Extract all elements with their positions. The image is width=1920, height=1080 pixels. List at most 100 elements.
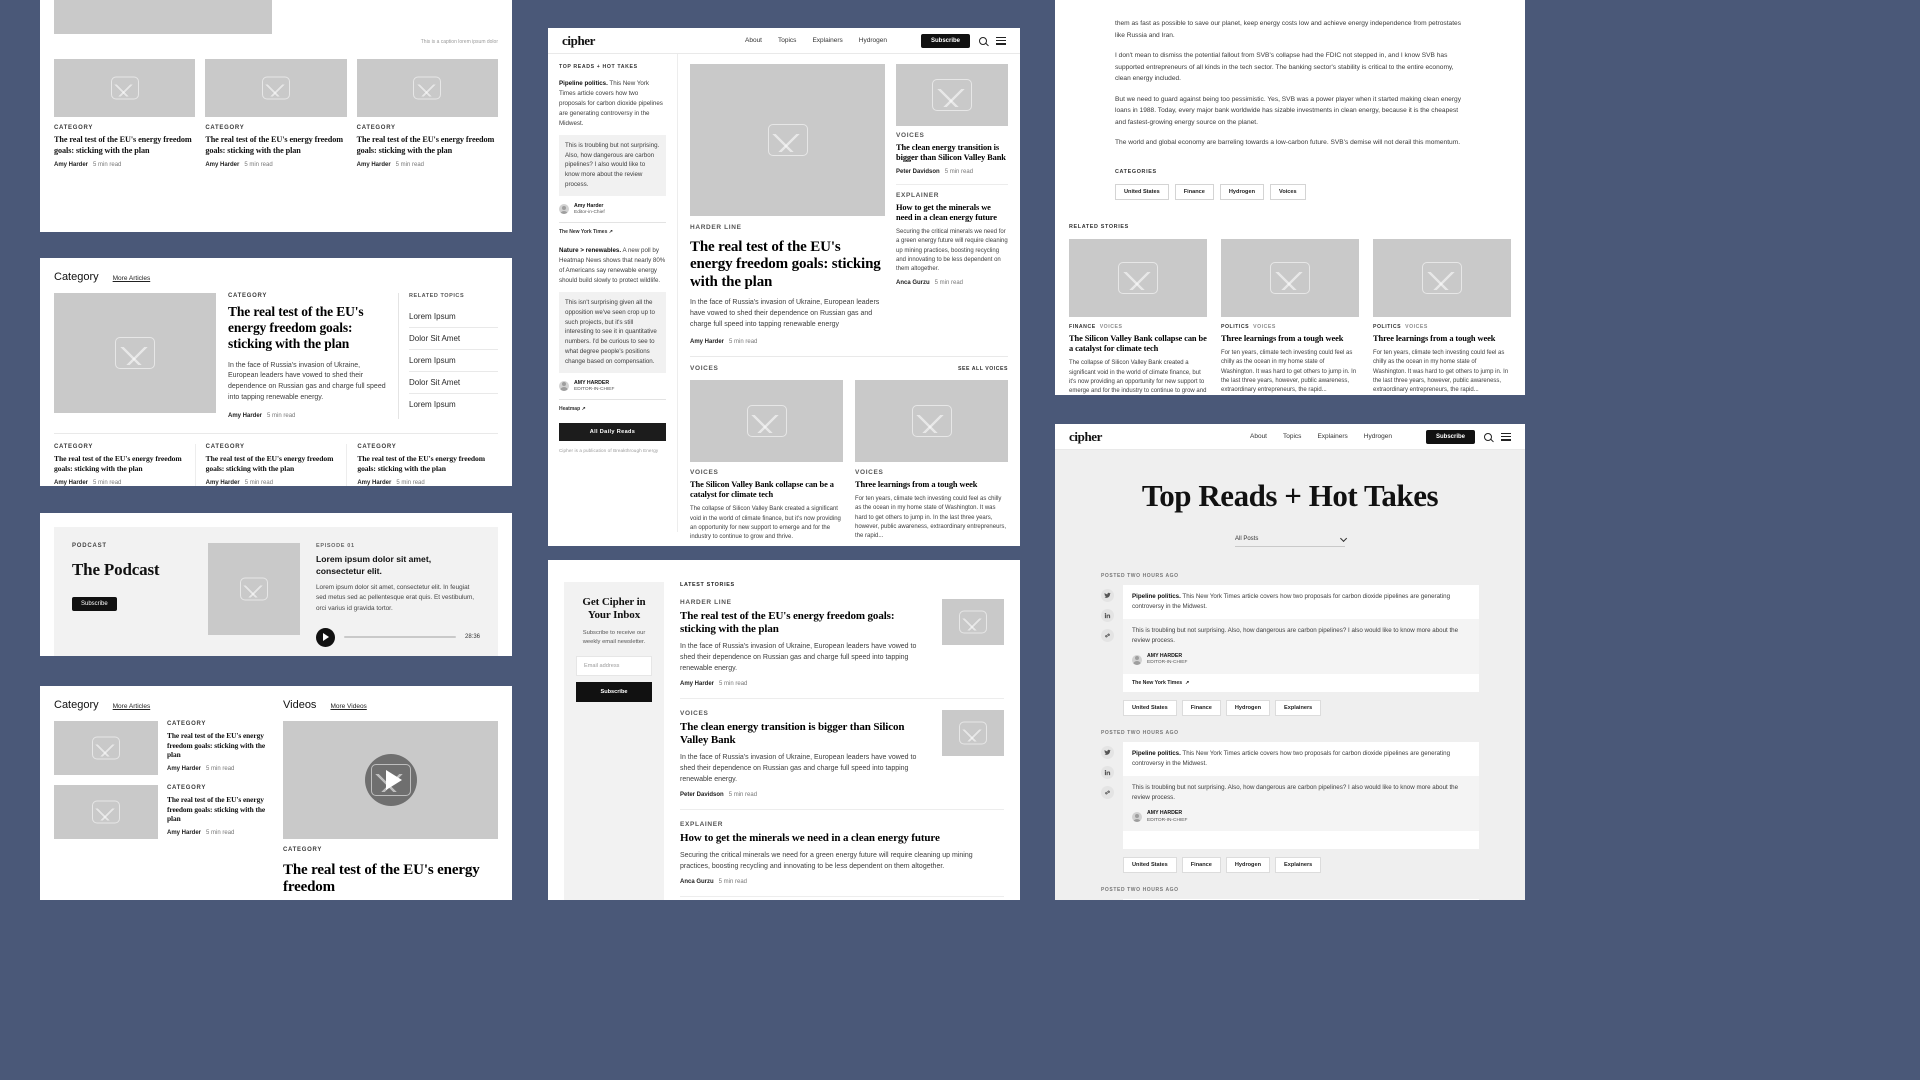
tag[interactable]: United States xyxy=(1123,857,1177,874)
tag[interactable]: Finance xyxy=(1181,700,1221,717)
list-item[interactable]: VOICES The clean energy transition is bi… xyxy=(680,709,1004,810)
related-image-placeholder xyxy=(1373,238,1511,317)
related-topic-item[interactable]: Lorem Ipsum xyxy=(409,306,498,328)
hot-take[interactable]: Nature > renewables. A new poll by Heatm… xyxy=(559,246,666,412)
take-lead-bold: Nature > renewables. xyxy=(559,246,622,254)
read-time: 5 min read xyxy=(718,878,748,885)
cipher-logo[interactable]: cipher xyxy=(1069,429,1102,445)
twitter-icon[interactable] xyxy=(1101,589,1114,602)
tag[interactable]: Hydrogen xyxy=(1225,857,1270,874)
voice-image-placeholder xyxy=(690,379,843,462)
tag[interactable]: Finance xyxy=(1174,183,1214,200)
linkedin-icon[interactable] xyxy=(1101,609,1114,622)
author-name: Amy Harder xyxy=(356,162,391,169)
tag[interactable]: Voices xyxy=(1270,183,1306,200)
related-card[interactable]: FINANCE VOICES The Silicon Valley Bank co… xyxy=(1069,238,1207,395)
post-source[interactable]: The New York Times ↗ xyxy=(1123,674,1479,693)
nav-link-about[interactable]: About xyxy=(1250,433,1267,440)
nav-link-explainers[interactable]: Explainers xyxy=(812,37,842,44)
take-source[interactable]: Heatmap ↗ xyxy=(559,398,666,412)
twitter-icon[interactable] xyxy=(1101,746,1114,760)
hamburger-icon[interactable] xyxy=(996,36,1006,45)
related-card[interactable]: POLITICS VOICES Three learnings from a to… xyxy=(1221,238,1359,395)
side-card[interactable]: VOICES The clean energy transition is bi… xyxy=(896,132,1008,175)
card-title: The real test of the EU's energy freedom… xyxy=(205,135,343,155)
article-card[interactable]: CATEGORY The real test of the EU's energ… xyxy=(357,444,498,486)
linkedin-icon[interactable] xyxy=(1101,766,1114,780)
tag[interactable]: Hydrogen xyxy=(1225,700,1270,717)
list-item[interactable]: EXPLAINER How to get the minerals we nee… xyxy=(680,821,1004,897)
list-item[interactable]: CATEGORY The real test of the EU's energ… xyxy=(54,785,269,839)
article-card[interactable]: CATEGORY The real test of the EU's energ… xyxy=(205,59,347,168)
window-videos: Category More Articles Videos More Video… xyxy=(40,686,512,900)
related-topic-item[interactable]: Lorem Ipsum xyxy=(409,394,498,415)
search-icon[interactable] xyxy=(1484,432,1492,441)
post-card[interactable]: Pipeline politics. This New York Times a… xyxy=(1123,742,1479,874)
take-source[interactable]: The New York Times ↗ xyxy=(559,221,666,235)
tag[interactable]: Explainers xyxy=(1275,857,1322,874)
subscribe-button[interactable]: Subscribe xyxy=(920,33,970,48)
play-icon[interactable] xyxy=(364,754,417,806)
search-icon[interactable] xyxy=(979,36,987,45)
featured-image-placeholder xyxy=(54,293,216,413)
side-card[interactable]: EXPLAINER How to get the minerals we nee… xyxy=(896,183,1008,286)
nav-link-about[interactable]: About xyxy=(745,37,762,44)
newsletter-subscribe-button[interactable]: Subscribe xyxy=(576,682,652,703)
nav-link-hydrogen[interactable]: Hydrogen xyxy=(859,37,887,44)
card-eyebrow: CATEGORY xyxy=(54,125,94,131)
cipher-logo[interactable]: cipher xyxy=(562,33,595,49)
related-topic-item[interactable]: Dolor Sit Amet xyxy=(409,328,498,350)
voices-label: VOICES xyxy=(690,364,719,372)
post-card[interactable]: Pipeline politics. This New York Times a… xyxy=(1123,899,1479,900)
read-time: 5 min read xyxy=(244,479,274,486)
nav-link-topics[interactable]: Topics xyxy=(1283,433,1301,440)
post-card[interactable]: Pipeline politics. This New York Times a… xyxy=(1123,585,1479,717)
tag[interactable]: United States xyxy=(1123,700,1177,717)
left-header: Category More Articles xyxy=(54,699,269,721)
link-icon[interactable] xyxy=(1101,786,1114,800)
feature-article[interactable]: HARDER LINE The real test of the EU's en… xyxy=(690,64,885,345)
email-input[interactable]: Email address xyxy=(576,656,652,677)
article-card[interactable]: CATEGORY The real test of the EU's energ… xyxy=(54,443,196,486)
posted-timestamp: POSTED TWO HOURS AGO xyxy=(1101,730,1179,737)
subscribe-button[interactable]: Subscribe xyxy=(1425,429,1475,444)
related-card[interactable]: POLITICS VOICES Three learnings from a to… xyxy=(1373,238,1511,395)
audio-player[interactable]: 28:36 xyxy=(316,627,480,647)
card-byline: Amy Harder 5 min read xyxy=(167,830,269,836)
nav-link-explainers[interactable]: Explainers xyxy=(1317,433,1347,440)
podcast-subscribe-button[interactable]: Subscribe xyxy=(72,597,117,611)
voice-card[interactable]: VOICES Three learnings from a tough week… xyxy=(855,379,1008,546)
nav-link-topics[interactable]: Topics xyxy=(778,37,796,44)
related-topic-item[interactable]: Lorem Ipsum xyxy=(409,350,498,372)
hot-take[interactable]: Pipeline politics. This New York Times a… xyxy=(559,79,666,235)
author-role: EDITOR-IN-CHIEF xyxy=(1147,660,1188,666)
story-byline: Peter Davidson 5 min read xyxy=(680,792,930,798)
more-articles-link[interactable]: More Articles xyxy=(113,275,151,282)
voice-card[interactable]: VOICES The Silicon Valley Bank collapse … xyxy=(690,379,843,546)
list-item[interactable]: CATEGORY The real test of the EU's energ… xyxy=(54,721,269,775)
tag[interactable]: United States xyxy=(1115,183,1169,200)
article-card[interactable]: CATEGORY The real test of the EU's energ… xyxy=(356,59,498,169)
link-icon[interactable] xyxy=(1101,629,1114,642)
related-topic-item[interactable]: Dolor Sit Amet xyxy=(409,372,498,394)
tag[interactable]: Explainers xyxy=(1275,700,1322,717)
posts-filter-select[interactable]: All Posts xyxy=(1235,534,1348,547)
nav-link-hydrogen[interactable]: Hydrogen xyxy=(1364,433,1392,440)
video-feature[interactable]: CATEGORY The real test of the EU's energ… xyxy=(283,721,498,897)
tag[interactable]: Hydrogen xyxy=(1219,183,1264,200)
featured-article-text[interactable]: CATEGORY The real test of the EU's energ… xyxy=(228,293,386,419)
progress-slider[interactable] xyxy=(344,636,456,639)
all-daily-reads-button[interactable]: All Daily Reads xyxy=(559,422,666,441)
list-item[interactable]: HARDER LINE The real test of the EU's en… xyxy=(680,599,1004,699)
tag[interactable]: Finance xyxy=(1181,857,1221,874)
thumbnail-placeholder xyxy=(54,785,158,839)
play-icon[interactable] xyxy=(316,627,335,647)
featured-article-row: CATEGORY The real test of the EU's energ… xyxy=(40,293,512,419)
list-item: Pipeline politics. This New York Times a… xyxy=(1101,742,1479,874)
article-card[interactable]: CATEGORY The real test of the EU's energ… xyxy=(206,443,348,486)
post-source[interactable] xyxy=(1123,831,1479,850)
more-articles-link[interactable]: More Articles xyxy=(113,703,151,710)
article-card[interactable]: CATEGORY The real test of the EU's energ… xyxy=(54,59,196,168)
more-videos-link[interactable]: More Videos xyxy=(330,703,366,710)
hamburger-icon[interactable] xyxy=(1501,432,1511,441)
